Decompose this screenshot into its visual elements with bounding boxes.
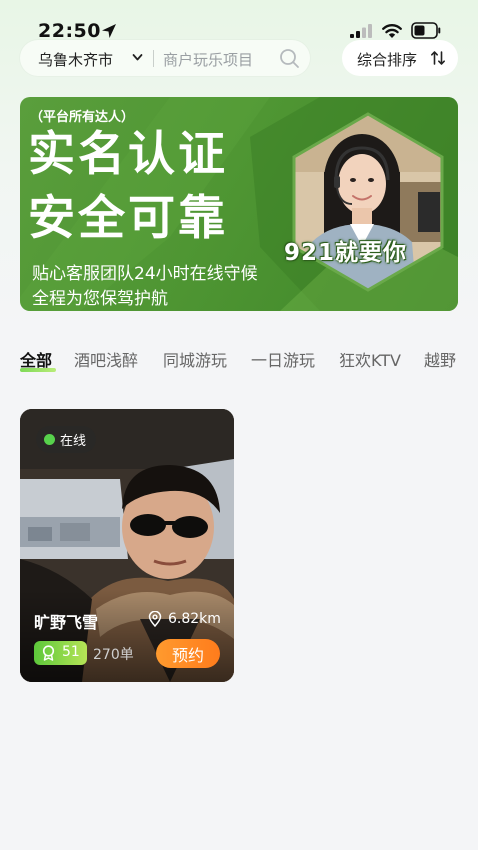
wifi-icon — [382, 24, 402, 38]
medal-icon — [42, 645, 55, 661]
online-status-badge: 在线 — [36, 426, 97, 453]
book-button[interactable]: 预约 — [156, 639, 220, 668]
profile-distance: 6.82km — [168, 611, 221, 627]
rating-value: 51 — [62, 644, 80, 660]
category-tabs: 全部 酒吧浅醉 同城游玩 一日游玩 狂欢KTV 越野 — [20, 347, 478, 377]
city-selector[interactable]: 乌鲁木齐市 — [38, 49, 113, 70]
status-time: 22:50 — [38, 20, 101, 42]
sort-label: 综合排序 — [357, 51, 418, 69]
banner-description-line2: 全程为您保驾护航 — [32, 289, 168, 309]
battery-icon — [411, 22, 441, 39]
profile-name: 旷野飞雪 — [34, 613, 99, 632]
banner-headline-line2: 安全可靠 — [28, 191, 228, 246]
order-count: 270单 — [93, 647, 134, 663]
search-bar[interactable]: 乌鲁木齐市 商户玩乐项目 — [20, 40, 310, 76]
tab-ktv[interactable]: 狂欢KTV — [339, 347, 401, 371]
banner-slogan: 921就要你 — [284, 240, 408, 266]
banner-subtitle: （平台所有达人） — [30, 110, 135, 125]
tab-city-play[interactable]: 同城游玩 — [163, 347, 227, 371]
tab-bar[interactable]: 酒吧浅醉 — [74, 347, 138, 371]
tab-day-trip[interactable]: 一日游玩 — [251, 347, 315, 371]
location-arrow-icon — [102, 24, 116, 38]
active-tab-indicator — [20, 368, 56, 372]
rating-badge: 51 — [34, 641, 87, 665]
chevron-down-icon[interactable] — [132, 53, 143, 62]
status-bar: 22:50 — [0, 0, 478, 44]
promo-banner[interactable]: （平台所有达人） 实名认证 安全可靠 贴心客服团队24小时在线守候 全程为您保驾… — [20, 97, 458, 311]
search-icon[interactable] — [279, 48, 300, 69]
location-pin-icon — [148, 611, 162, 627]
online-dot-icon — [44, 434, 55, 445]
banner-description-line1: 贴心客服团队24小时在线守候 — [32, 264, 258, 284]
banner-headline-line1: 实名认证 — [28, 127, 228, 182]
sort-button[interactable]: 综合排序 — [342, 40, 458, 76]
online-status-text: 在线 — [60, 434, 87, 449]
tab-offroad[interactable]: 越野 — [424, 347, 456, 371]
search-divider — [153, 50, 154, 67]
profile-card[interactable]: 在线 旷野飞雪 6.82km 51 270单 预约 — [20, 409, 234, 682]
cellular-signal-icon — [350, 24, 372, 38]
sort-arrows-icon — [431, 51, 445, 65]
search-input[interactable]: 商户玩乐项目 — [163, 49, 253, 70]
